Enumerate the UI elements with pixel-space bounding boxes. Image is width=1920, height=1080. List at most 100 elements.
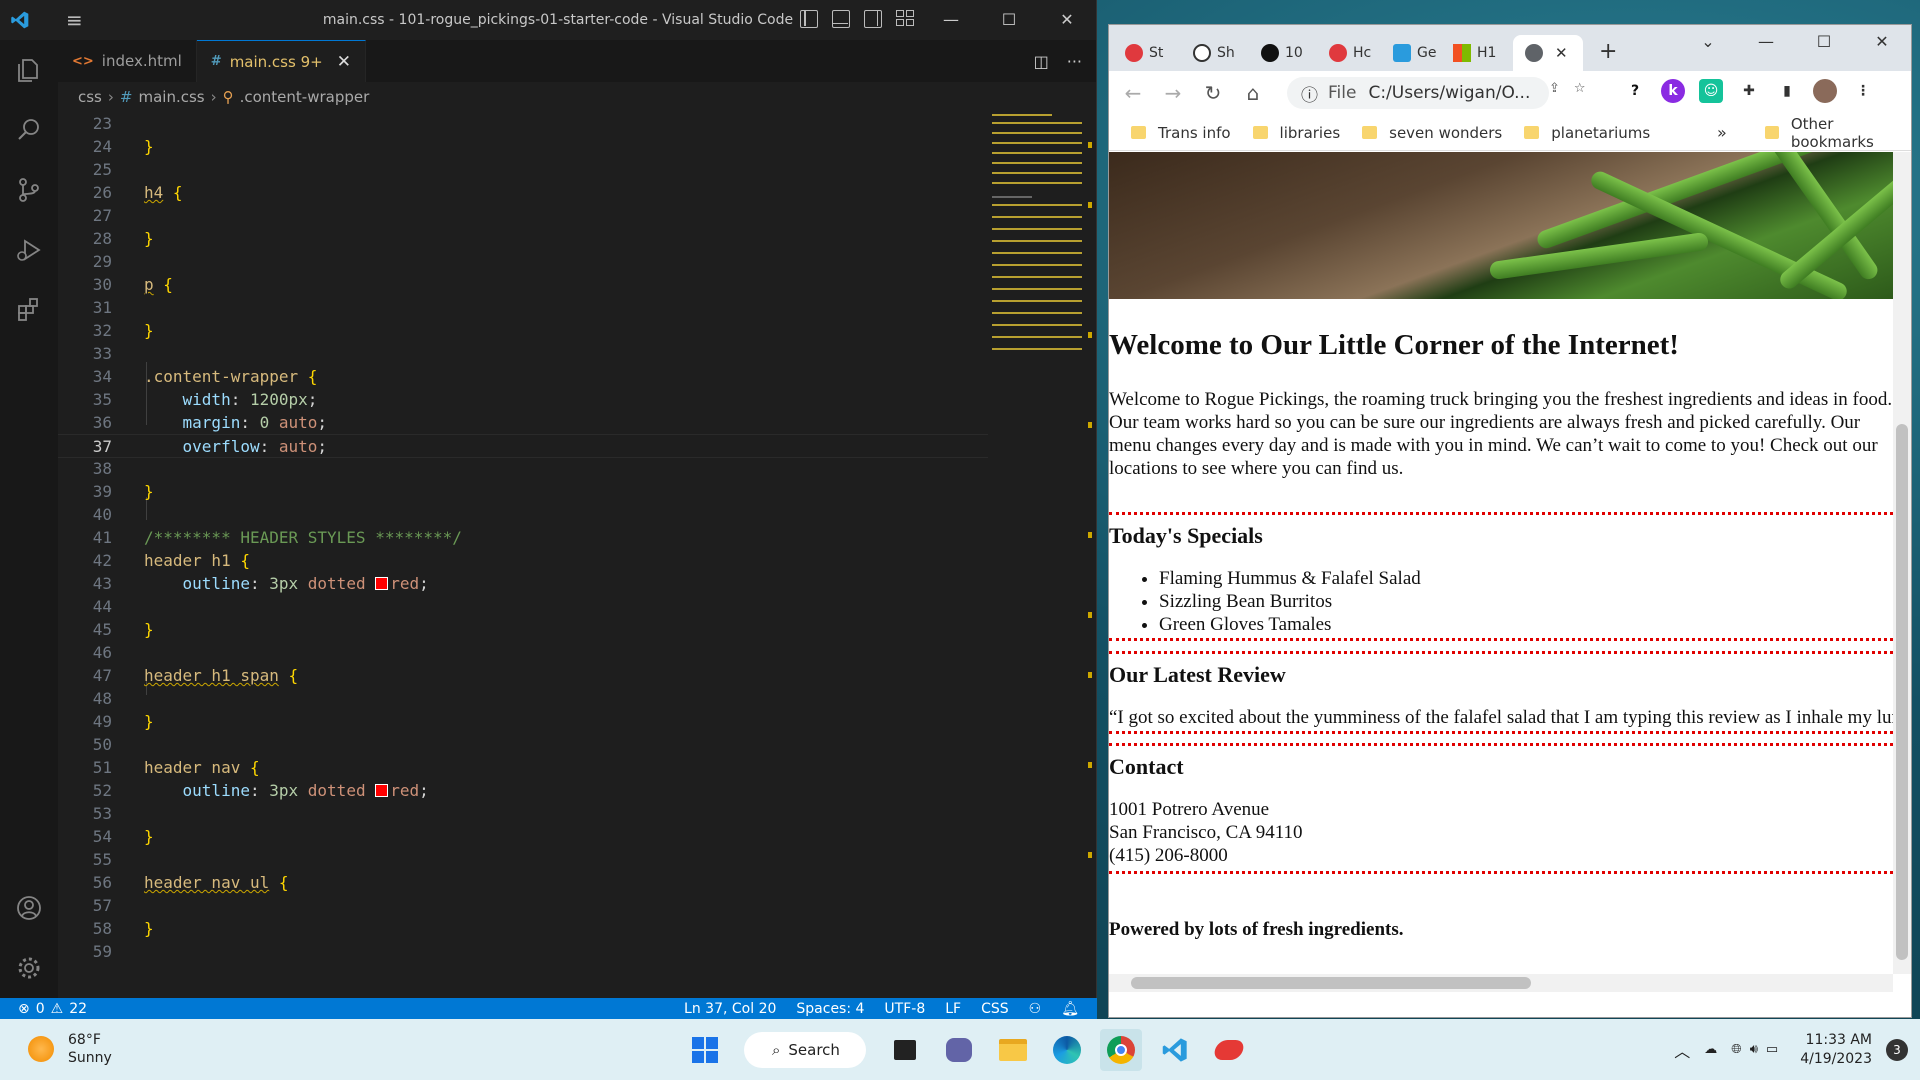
forward-icon[interactable]: → — [1153, 81, 1193, 105]
warning-icon[interactable]: ⚠ — [51, 1001, 64, 1017]
chrome-menu-icon[interactable]: ⋮ — [1851, 79, 1875, 103]
close-button[interactable]: ✕ — [1853, 25, 1911, 59]
editor-scrollbar[interactable] — [1088, 112, 1096, 998]
error-icon[interactable]: ⊗ — [18, 1001, 30, 1017]
code-line: 47 header h1 span { — [92, 666, 299, 685]
side-panel-icon[interactable]: ▮ — [1775, 79, 1799, 103]
extensions-puzzle-icon[interactable]: ✚ — [1737, 79, 1761, 103]
battery-icon[interactable]: ▭ — [1766, 1042, 1778, 1057]
teams-chat-icon[interactable] — [938, 1029, 980, 1071]
maximize-button[interactable]: ☐ — [1795, 25, 1853, 59]
extensions-icon[interactable] — [0, 280, 58, 340]
browser-tab[interactable]: Sh — [1193, 35, 1235, 71]
extension-grammarly-icon[interactable]: ☺ — [1699, 79, 1723, 103]
info-icon[interactable]: ⓘ — [1301, 81, 1318, 106]
more-actions-icon[interactable]: ··· — [1067, 52, 1082, 71]
split-editor-icon[interactable]: ◫ — [1034, 52, 1049, 71]
code-line: 42 header h1 { — [92, 551, 250, 570]
toggle-primary-sidebar-icon[interactable] — [800, 10, 818, 28]
more-bookmarks-button[interactable]: » — [1717, 123, 1727, 142]
color-swatch[interactable] — [375, 784, 389, 797]
breadcrumb-folder[interactable]: css — [78, 88, 102, 106]
chrome-browser-icon[interactable] — [1100, 1029, 1142, 1071]
reload-icon[interactable]: ↻ — [1193, 81, 1233, 105]
settings-gear-icon[interactable] — [0, 938, 58, 998]
source-control-icon[interactable] — [0, 160, 58, 220]
code-line: 49} — [92, 712, 154, 731]
color-swatch[interactable] — [375, 577, 389, 590]
volume-icon[interactable]: 🔊︎ — [1750, 1042, 1758, 1057]
profile-avatar[interactable] — [1813, 79, 1837, 103]
browser-tab-active[interactable]: ✕ — [1513, 35, 1583, 71]
browser-tab[interactable]: St — [1125, 35, 1163, 71]
code-line: 29 — [92, 252, 112, 271]
close-button[interactable]: ✕ — [1038, 0, 1096, 40]
close-tab-icon[interactable]: ✕ — [337, 52, 351, 72]
feedback-icon[interactable]: ⚇ — [1029, 1001, 1042, 1017]
edge-browser-icon[interactable] — [1046, 1029, 1088, 1071]
code-editor[interactable]: 23 24} 25 26 h4 { 27 28} 29 30 p { 31 32} … — [58, 112, 1098, 998]
scrollbar-thumb[interactable] — [1131, 977, 1531, 989]
search-icon[interactable] — [0, 100, 58, 160]
warning-count[interactable]: 22 — [69, 1001, 87, 1017]
error-count[interactable]: 0 — [36, 1001, 45, 1017]
home-icon[interactable]: ⌂ — [1233, 81, 1273, 105]
close-tab-icon[interactable]: ✕ — [1555, 44, 1568, 62]
language-mode[interactable]: CSS — [981, 1001, 1009, 1017]
breadcrumb-symbol[interactable]: .content-wrapper — [240, 88, 370, 106]
code-line: 39} — [92, 482, 154, 501]
maximize-button[interactable]: ☐ — [980, 0, 1038, 40]
tab-index-html[interactable]: <> index.html — [58, 40, 197, 82]
explorer-icon[interactable] — [0, 40, 58, 100]
extension-question-icon[interactable]: ? — [1623, 79, 1647, 103]
tab-main-css[interactable]: # main.css 9+ ✕ — [196, 40, 366, 82]
minimize-button[interactable]: — — [1737, 25, 1795, 59]
notification-badge[interactable]: 3 — [1886, 1038, 1908, 1061]
browser-tab[interactable]: Hc — [1329, 35, 1371, 71]
bookmark-folder[interactable]: Trans info — [1131, 124, 1231, 142]
bookmark-folder[interactable]: planetariums — [1524, 124, 1650, 142]
github-icon — [1261, 44, 1279, 62]
share-icon[interactable]: ⇪ — [1549, 81, 1560, 96]
minimap[interactable] — [992, 112, 1082, 352]
taskbar-search[interactable]: ⌕ Search — [744, 1032, 866, 1068]
browser-tab[interactable]: H1 — [1453, 35, 1496, 71]
weather-widget[interactable]: 68°F Sunny — [28, 1031, 112, 1067]
toggle-panel-icon[interactable] — [832, 10, 850, 28]
code-line: 34 .content-wrapper { — [92, 367, 318, 386]
browser-tab[interactable]: Ge — [1393, 35, 1436, 71]
chevron-up-icon[interactable]: ︿ — [1674, 1038, 1690, 1062]
notifications-bell-icon[interactable]: 🔔︎ — [1061, 1001, 1079, 1017]
bookmark-folder[interactable]: seven wonders — [1362, 124, 1502, 142]
encoding[interactable]: UTF-8 — [884, 1001, 925, 1017]
minimize-button[interactable]: — — [922, 0, 980, 40]
vscode-taskbar-icon[interactable] — [1154, 1029, 1196, 1071]
run-debug-icon[interactable] — [0, 220, 58, 280]
address-bar[interactable]: ⓘ File C:/Users/wigan/O... — [1287, 77, 1549, 109]
tab-search-icon[interactable]: ⌄ — [1679, 25, 1737, 59]
file-explorer-icon[interactable] — [992, 1029, 1034, 1071]
task-view-icon[interactable] — [884, 1029, 926, 1071]
language-globe-icon[interactable]: 🌐︎ — [1731, 1042, 1741, 1057]
browser-tab[interactable]: 10 — [1261, 35, 1303, 71]
start-button[interactable] — [684, 1029, 726, 1071]
extension-k-icon[interactable]: k — [1661, 79, 1685, 103]
app-red-icon[interactable] — [1208, 1029, 1250, 1071]
scrollbar-thumb[interactable] — [1896, 424, 1908, 960]
bookmark-star-icon[interactable]: ☆ — [1574, 81, 1586, 96]
indentation[interactable]: Spaces: 4 — [796, 1001, 864, 1017]
accounts-icon[interactable] — [0, 878, 58, 938]
other-bookmarks-folder[interactable]: Other bookmarks — [1765, 115, 1911, 151]
vertical-scrollbar[interactable] — [1893, 152, 1911, 974]
breadcrumb-file[interactable]: main.css — [138, 88, 204, 106]
cloud-icon[interactable]: ☁ — [1704, 1042, 1717, 1057]
line-ending[interactable]: LF — [945, 1001, 961, 1017]
clock[interactable]: 11:33 AM 4/19/2023 — [1800, 1031, 1872, 1069]
toggle-secondary-sidebar-icon[interactable] — [864, 10, 882, 28]
new-tab-button[interactable]: + — [1599, 39, 1617, 64]
cursor-position[interactable]: Ln 37, Col 20 — [684, 1001, 776, 1017]
back-icon[interactable]: ← — [1113, 81, 1153, 105]
customize-layout-icon[interactable] — [896, 10, 914, 28]
horizontal-scrollbar[interactable] — [1109, 974, 1893, 992]
bookmark-folder[interactable]: libraries — [1252, 124, 1340, 142]
